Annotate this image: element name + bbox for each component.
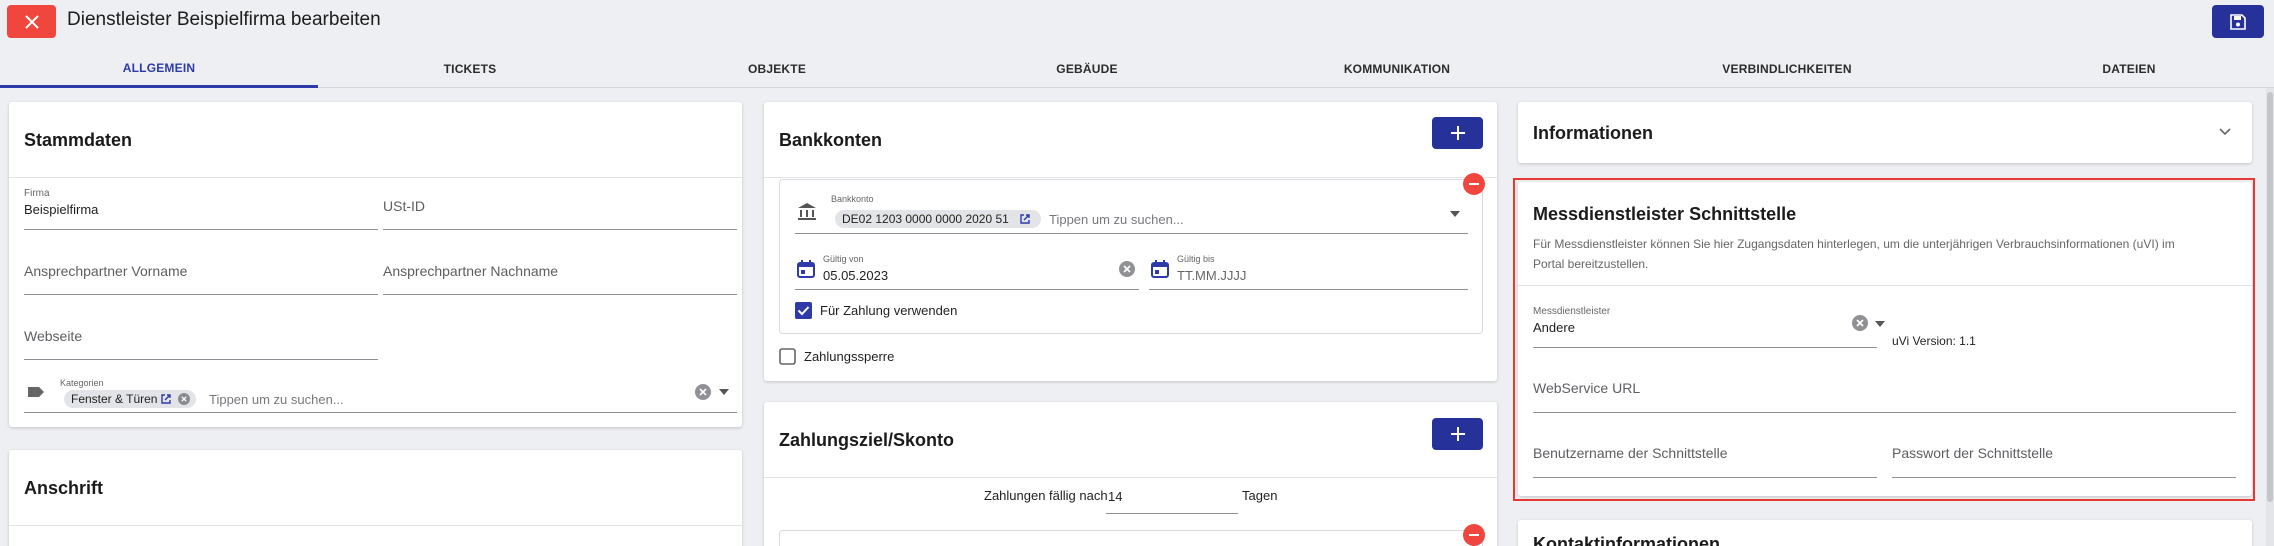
card-title: Zahlungsziel/Skonto — [779, 430, 955, 450]
calendar-icon — [797, 260, 815, 278]
add-bankkonto-button[interactable] — [1432, 117, 1483, 149]
close-icon — [24, 14, 39, 29]
tab-allgemein[interactable]: ALLGEMEIN — [0, 50, 318, 88]
tab-objekte[interactable]: OBJEKTE — [622, 50, 932, 87]
page-title: Dienstleister Beispielfirma bearbeiten — [67, 9, 381, 30]
save-button[interactable] — [2212, 5, 2264, 38]
chevron-down-icon[interactable] — [1450, 211, 1460, 217]
card-header: Stammdaten — [9, 102, 742, 178]
chevron-down-icon[interactable] — [719, 389, 729, 395]
webseite-placeholder: Webseite — [24, 328, 83, 344]
ust-id-field[interactable]: USt-ID — [383, 188, 737, 230]
skonto-entry — [779, 524, 1485, 546]
plus-icon — [1450, 427, 1465, 441]
gueltig-bis-field[interactable]: Gültig bis TT.MM.JJJJ — [1149, 252, 1468, 290]
add-skonto-button[interactable] — [1432, 418, 1483, 450]
kategorien-search-placeholder: Tippen um zu suchen... — [209, 392, 344, 407]
faellig-prefix: Zahlungen fällig nach — [984, 488, 1108, 503]
tab-kommunikation[interactable]: KOMMUNIKATION — [1242, 50, 1552, 87]
gueltig-von-label: Gültig von — [823, 254, 864, 264]
card-header: Bankkonten — [764, 102, 1497, 178]
highlight-frame — [1513, 178, 2255, 501]
firma-label: Firma — [24, 188, 50, 199]
card-title: Informationen — [1533, 123, 1653, 143]
kontakt-card: Kontaktinformationen — [1518, 520, 2252, 546]
vorname-placeholder: Ansprechpartner Vorname — [24, 263, 188, 279]
card-header: Zahlungsziel/Skonto — [764, 402, 1497, 478]
gueltig-von-field[interactable]: Gültig von 05.05.2023 — [795, 252, 1139, 290]
tab-gebaeude[interactable]: GEBÄUDE — [932, 50, 1242, 87]
bankkonten-card: Bankkonten Bankkonto DE02 1203 0000 0000… — [764, 102, 1497, 381]
checkbox-checked-icon — [795, 302, 812, 319]
card-title: Kontaktinformationen — [1533, 534, 1720, 546]
firma-field[interactable]: Firma Beispielfirma — [24, 188, 378, 230]
close-button[interactable] — [7, 5, 56, 38]
tab-dateien[interactable]: DATEIEN — [2022, 50, 2236, 87]
webseite-field[interactable]: Webseite — [24, 318, 378, 360]
faellig-tage-value: 14 — [1108, 489, 1123, 504]
plus-icon — [1450, 126, 1465, 140]
card-header: Anschrift — [9, 450, 742, 526]
faellig-suffix: Tagen — [1242, 488, 1278, 503]
faellig-tage-input[interactable]: 14 — [1106, 484, 1238, 514]
chip-remove-icon[interactable] — [178, 393, 190, 405]
remove-skonto-button[interactable] — [1463, 524, 1485, 546]
card-title: Bankkonten — [779, 130, 883, 150]
zahlungsziel-card: Zahlungsziel/Skonto Zahlungen fällig nac… — [764, 402, 1497, 546]
card-title: Stammdaten — [24, 130, 133, 150]
card-title: Anschrift — [24, 478, 104, 498]
clear-icon[interactable] — [1118, 260, 1136, 278]
kategorie-chip[interactable]: Fenster & Türen — [64, 390, 196, 408]
minus-icon — [1469, 183, 1479, 185]
kategorie-chip-label: Fenster & Türen — [71, 392, 158, 406]
minus-icon — [1469, 534, 1479, 536]
anschrift-card: Anschrift — [9, 450, 742, 546]
open-external-icon[interactable] — [160, 393, 172, 405]
kategorien-label: Kategorien — [60, 378, 104, 388]
firma-value: Beispielfirma — [24, 202, 99, 217]
ust-id-placeholder: USt-ID — [383, 198, 425, 214]
zahlungssperre-label: Zahlungssperre — [804, 349, 895, 364]
bankkonto-chip[interactable]: DE02 1203 0000 0000 2020 51 — [835, 210, 1041, 228]
bankkonto-chip-label: DE02 1203 0000 0000 2020 51 — [842, 212, 1009, 226]
checkbox-unchecked-icon — [779, 348, 796, 365]
tab-verbindlichkeiten[interactable]: VERBINDLICHKEITEN — [1552, 50, 2022, 87]
gueltig-bis-placeholder: TT.MM.JJJJ — [1177, 268, 1247, 283]
bankkonto-entry: Bankkonto DE02 1203 0000 0000 2020 51 Ti… — [779, 173, 1485, 334]
gueltig-von-value: 05.05.2023 — [823, 268, 889, 283]
nachname-field[interactable]: Ansprechpartner Nachname — [383, 253, 737, 295]
bankkonto-field[interactable]: Bankkonto DE02 1203 0000 0000 2020 51 Ti… — [795, 190, 1468, 234]
gueltig-bis-label: Gültig bis — [1177, 254, 1215, 264]
bankkonto-label: Bankkonto — [831, 194, 874, 204]
bankkonto-search-placeholder: Tippen um zu suchen... — [1049, 212, 1184, 227]
scrollbar-thumb[interactable] — [2267, 92, 2273, 502]
calendar-icon — [1151, 260, 1169, 278]
informationen-card[interactable]: Informationen — [1518, 102, 2252, 163]
save-icon — [2230, 13, 2246, 30]
fuer-zahlung-label: Für Zahlung verwenden — [820, 303, 958, 318]
bank-icon — [798, 203, 816, 220]
chevron-down-icon[interactable] — [2219, 128, 2231, 136]
vorname-field[interactable]: Ansprechpartner Vorname — [24, 253, 378, 295]
kategorien-field[interactable]: Kategorien Fenster & Türen Tippen um zu … — [24, 373, 737, 413]
tab-tickets[interactable]: TICKETS — [318, 50, 622, 87]
tab-bar: ALLGEMEIN TICKETS OBJEKTE GEBÄUDE KOMMUN… — [0, 50, 2274, 88]
label-icon — [28, 387, 44, 397]
top-bar: Dienstleister Beispielfirma bearbeiten — [0, 0, 2274, 44]
stammdaten-card: Stammdaten Firma Beispielfirma USt-ID An… — [9, 102, 742, 427]
open-external-icon[interactable] — [1019, 213, 1031, 225]
nachname-placeholder: Ansprechpartner Nachname — [383, 263, 559, 279]
clear-icon[interactable] — [694, 383, 712, 401]
